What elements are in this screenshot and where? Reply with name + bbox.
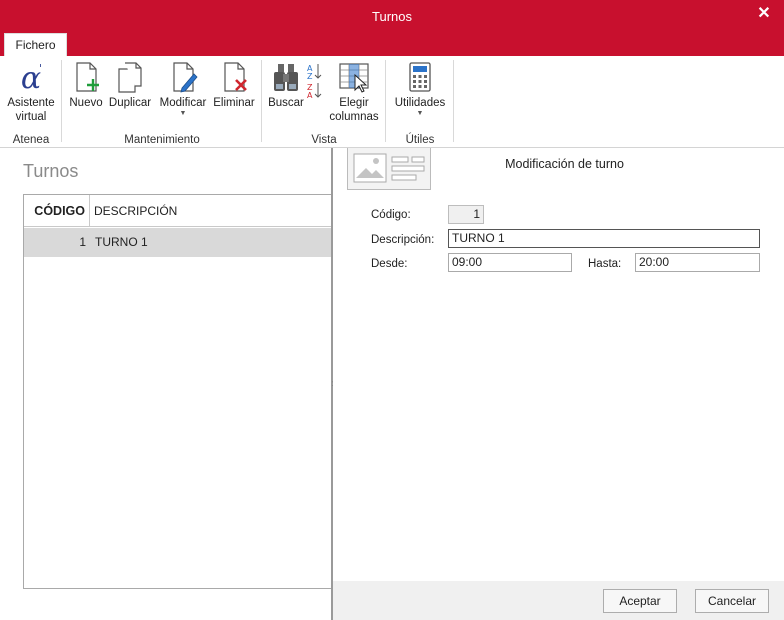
edit-document-icon bbox=[173, 62, 198, 93]
modificar-label: Modificar bbox=[159, 97, 207, 109]
svg-text:Z: Z bbox=[307, 72, 313, 81]
new-document-icon bbox=[76, 62, 99, 92]
dropdown-arrow-icon: ▼ bbox=[179, 110, 187, 117]
binoculars-icon bbox=[274, 64, 298, 91]
hasta-label: Hasta: bbox=[588, 258, 622, 270]
desde-field[interactable]: 09:00 bbox=[448, 253, 572, 272]
list-panel: Turnos CÓDIGO DESCRIPCIÓN 1 TURNO 1 bbox=[0, 148, 332, 620]
cancel-button[interactable]: Cancelar bbox=[695, 589, 769, 613]
choose-columns-icon bbox=[339, 63, 369, 93]
list-title: Turnos bbox=[23, 161, 79, 181]
duplicar-label: Duplicar bbox=[108, 97, 152, 109]
calculator-icon bbox=[409, 62, 431, 92]
grid-header: CÓDIGO DESCRIPCIÓN bbox=[24, 195, 332, 227]
menu-tab-strip: Fichero bbox=[0, 32, 784, 56]
cell-description: TURNO 1 bbox=[95, 235, 148, 249]
delete-document-icon bbox=[224, 62, 247, 92]
group-label-atenea: Atenea bbox=[12, 134, 50, 146]
svg-text:A: A bbox=[307, 91, 313, 100]
descripcion-field[interactable]: TURNO 1 bbox=[448, 229, 760, 248]
asistente-label-2: virtual bbox=[15, 111, 47, 123]
ribbon-group-mantenimiento: Nuevo Duplicar Modificar ▼ Eliminar Mant… bbox=[62, 56, 262, 148]
nuevo-label: Nuevo bbox=[69, 97, 103, 109]
cell-code: 1 bbox=[79, 235, 86, 249]
sort-az-icon: A Z Z A bbox=[307, 64, 322, 100]
window-title: Turnos bbox=[372, 9, 412, 24]
utilidades-button[interactable]: Utilidades ▼ bbox=[391, 60, 449, 118]
asistente-label-1: Asistente bbox=[7, 97, 55, 109]
ribbon-group-utiles: Utilidades ▼ Útiles bbox=[386, 56, 454, 148]
group-divider bbox=[453, 60, 454, 142]
column-header-descripcion[interactable]: DESCRIPCIÓN bbox=[94, 195, 177, 227]
table-row[interactable]: 1 TURNO 1 bbox=[24, 228, 332, 257]
group-label-utiles: Útiles bbox=[405, 134, 435, 146]
desde-label: Desde: bbox=[371, 258, 408, 270]
asistente-virtual-button[interactable]: α ' Asistente virtual bbox=[4, 60, 58, 124]
alpha-icon: α ' bbox=[21, 61, 42, 94]
duplicate-icon bbox=[118, 62, 142, 93]
elegir-columnas-button[interactable]: Elegir columnas bbox=[326, 60, 382, 124]
group-label-vista: Vista bbox=[311, 134, 337, 146]
close-icon[interactable]: ✕ bbox=[754, 4, 774, 24]
form-footer: Aceptar Cancelar bbox=[333, 581, 784, 620]
ribbon: α ' Asistente virtual Atenea Nuevo Dupli bbox=[0, 56, 784, 148]
svg-text:': ' bbox=[39, 62, 42, 75]
column-header-codigo[interactable]: CÓDIGO bbox=[24, 195, 90, 227]
eliminar-button[interactable]: Eliminar bbox=[212, 60, 256, 110]
ribbon-group-atenea: α ' Asistente virtual Atenea bbox=[0, 56, 62, 148]
elegir-label-2: columnas bbox=[329, 111, 379, 123]
descripcion-label: Descripción: bbox=[371, 234, 435, 246]
turnos-grid[interactable]: CÓDIGO DESCRIPCIÓN 1 TURNO 1 bbox=[23, 194, 332, 589]
title-bar: Turnos ✕ bbox=[0, 0, 784, 32]
buscar-label: Buscar bbox=[268, 97, 304, 109]
form-title: Modificación de turno bbox=[505, 157, 624, 171]
codigo-field[interactable]: 1 bbox=[448, 205, 484, 224]
form-panel: Modificación de turno Código: 1 Descripc… bbox=[333, 148, 784, 620]
accept-button[interactable]: Aceptar bbox=[603, 589, 677, 613]
utilidades-label: Utilidades bbox=[394, 97, 446, 109]
elegir-label-1: Elegir bbox=[339, 97, 369, 109]
sort-button[interactable]: A Z Z A bbox=[306, 60, 324, 103]
duplicar-button[interactable]: Duplicar bbox=[107, 60, 153, 110]
dropdown-arrow-icon: ▼ bbox=[416, 110, 424, 117]
tab-fichero[interactable]: Fichero bbox=[4, 33, 67, 56]
ribbon-group-vista: Buscar A Z Z A Elegir columnas Vista bbox=[262, 56, 386, 148]
hasta-field[interactable]: 20:00 bbox=[635, 253, 760, 272]
codigo-label: Código: bbox=[371, 209, 411, 221]
nuevo-button[interactable]: Nuevo bbox=[68, 60, 104, 110]
group-label-mantenimiento: Mantenimiento bbox=[124, 134, 200, 146]
buscar-button[interactable]: Buscar bbox=[267, 60, 305, 110]
modificar-button[interactable]: Modificar ▼ bbox=[157, 60, 209, 118]
eliminar-label: Eliminar bbox=[213, 97, 255, 109]
